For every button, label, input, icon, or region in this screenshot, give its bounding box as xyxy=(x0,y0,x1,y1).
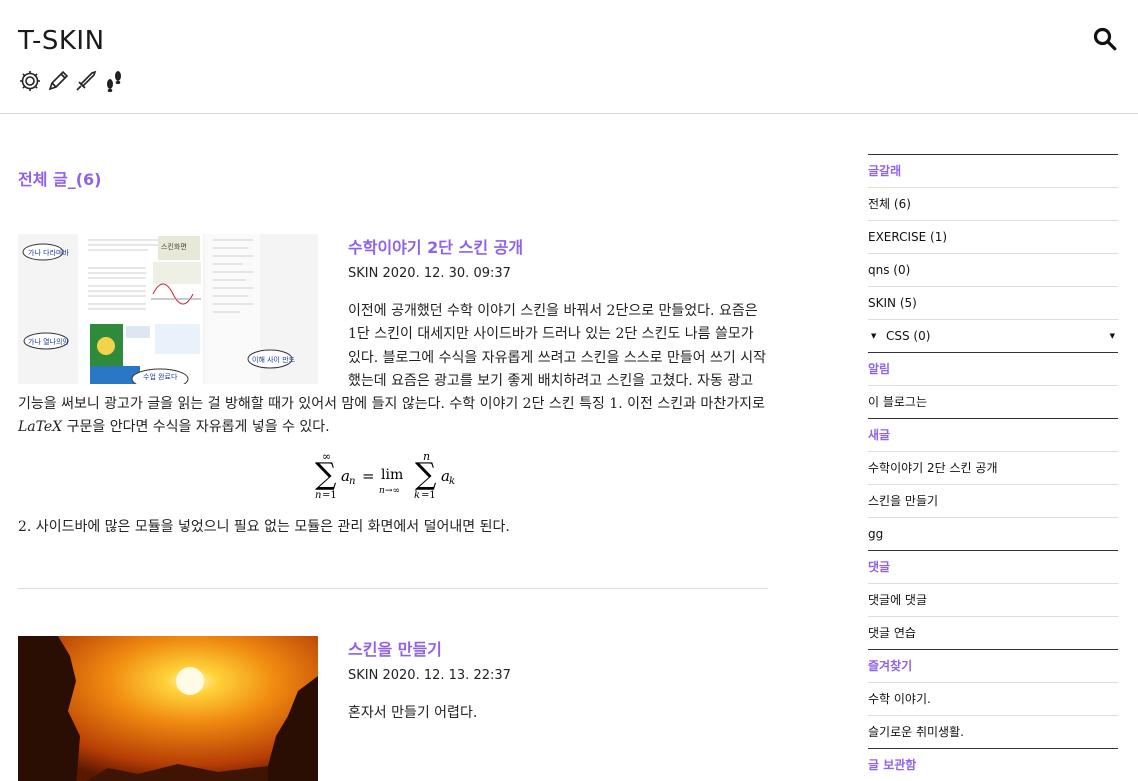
sidebar-heading-bookmarks: 즐겨찾기 xyxy=(868,649,1118,682)
pencil-icon[interactable] xyxy=(46,68,70,94)
thumb-bubble-text: 가나 열나의양 xyxy=(28,337,69,346)
svg-text:스킨화면: 스킨화면 xyxy=(161,242,187,251)
sidebar-item-exercise[interactable]: EXERCISE (1) xyxy=(868,220,1118,253)
sidebar-heading-categories: 글갈래 xyxy=(868,154,1118,187)
thumb-bubble-text: 이해 사이 만드 xyxy=(252,355,296,364)
site-title[interactable]: T-SKIN xyxy=(18,26,105,56)
sidebar-item-recent[interactable]: 스킨을 만들기 xyxy=(868,484,1118,517)
category-title: 전체 글_(6) xyxy=(18,166,102,190)
sidebar-item-bookmark[interactable]: 슬기로운 취미생활. xyxy=(868,715,1118,748)
svg-text:∑: ∑ xyxy=(415,457,437,492)
svg-text:k: k xyxy=(449,476,455,487)
sidebar-heading-archive: 글 보관함 xyxy=(868,748,1118,781)
svg-text:∑: ∑ xyxy=(315,457,337,492)
svg-text:=: = xyxy=(362,467,375,485)
thumb-bubble-text: 가나 다라마바 xyxy=(28,248,69,257)
post-date: 2020. 12. 30. 09:37 xyxy=(382,266,511,281)
svg-text:→∞: →∞ xyxy=(385,486,400,496)
site-header: T-SKIN xyxy=(0,0,1138,114)
footprints-icon[interactable] xyxy=(102,68,126,94)
post-excerpt-text-cont: 구문을 안다면 수식을 자유롭게 넣을 수 있다. xyxy=(62,419,330,436)
post-category[interactable]: SKIN xyxy=(348,266,378,281)
svg-text:=1: =1 xyxy=(322,490,337,501)
latex-logo: LaTeX xyxy=(18,419,63,436)
caret-left-icon: ▼ xyxy=(871,332,877,340)
post-item: 스킨을 만들기 SKIN 2020. 12. 13. 22:37 혼자서 만들기… xyxy=(18,636,768,781)
sword-icon[interactable] xyxy=(74,68,98,94)
svg-text:n: n xyxy=(315,490,321,501)
sidebar-item-comment[interactable]: 댓글 연습 xyxy=(868,616,1118,649)
sidebar-heading-recent: 새글 xyxy=(868,418,1118,451)
sidebar-item-label: CSS (0) xyxy=(886,329,931,343)
math-formula: ∞ ∑ n =1 an = lim n →∞ n ∑ k =1 ak xyxy=(18,440,768,516)
sidebar-item-notice[interactable]: 이 블로그는 xyxy=(868,385,1118,418)
sidebar-item-all[interactable]: 전체 (6) xyxy=(868,187,1118,220)
sidebar-item-skin[interactable]: SKIN (5) xyxy=(868,286,1118,319)
svg-text:=1: =1 xyxy=(421,490,436,501)
sidebar: 글갈래 전체 (6) EXERCISE (1) qns (0) SKIN (5)… xyxy=(868,154,1118,781)
post-thumbnail[interactable]: 스킨화면 가나 다라마바 가나 열나의양 이해 사이 만드 수업 완료다 xyxy=(18,234,318,384)
sidebar-heading-notice: 알림 xyxy=(868,352,1118,385)
thumb-bubble-text: 수업 완료다 xyxy=(143,372,178,381)
post-date: 2020. 12. 13. 22:37 xyxy=(382,668,511,683)
caret-down-icon[interactable]: ▼ xyxy=(1110,320,1115,353)
sidebar-item-bookmark[interactable]: 수학 이야기. xyxy=(868,682,1118,715)
post-item: 스킨화면 가나 다라마바 가나 열나의양 이해 사이 만드 수업 완료다 수학이… xyxy=(18,234,768,539)
sidebar-item-recent[interactable]: 수학이야기 2단 스킨 공개 xyxy=(868,451,1118,484)
post-thumbnail[interactable] xyxy=(18,636,318,781)
search-icon[interactable] xyxy=(1092,26,1118,52)
admin-toolbar xyxy=(18,68,126,94)
post-excerpt-2: 2. 사이드바에 많은 모듈을 넣었으니 필요 없는 모듈은 관리 화면에서 덜… xyxy=(18,518,510,535)
post-category[interactable]: SKIN xyxy=(348,668,378,683)
svg-text:n: n xyxy=(349,476,355,487)
sidebar-item-comment[interactable]: 댓글에 댓글 xyxy=(868,583,1118,616)
gear-icon[interactable] xyxy=(18,68,42,94)
sidebar-item-recent[interactable]: gg xyxy=(868,517,1118,550)
main-content: 전체 글_(6) 스킨화면 가나 다라마바 가나 열나의양 이해 사이 만드 수… xyxy=(18,114,768,781)
svg-text:k: k xyxy=(414,490,420,501)
category-count: _(6) xyxy=(67,170,102,189)
sidebar-item-css[interactable]: ▼ CSS (0) ▼ xyxy=(868,319,1118,352)
sidebar-heading-comments: 댓글 xyxy=(868,550,1118,583)
svg-text:lim: lim xyxy=(381,467,403,483)
post-divider xyxy=(18,588,768,589)
sidebar-item-qns[interactable]: qns (0) xyxy=(868,253,1118,286)
category-title-label: 전체 글 xyxy=(18,170,68,189)
